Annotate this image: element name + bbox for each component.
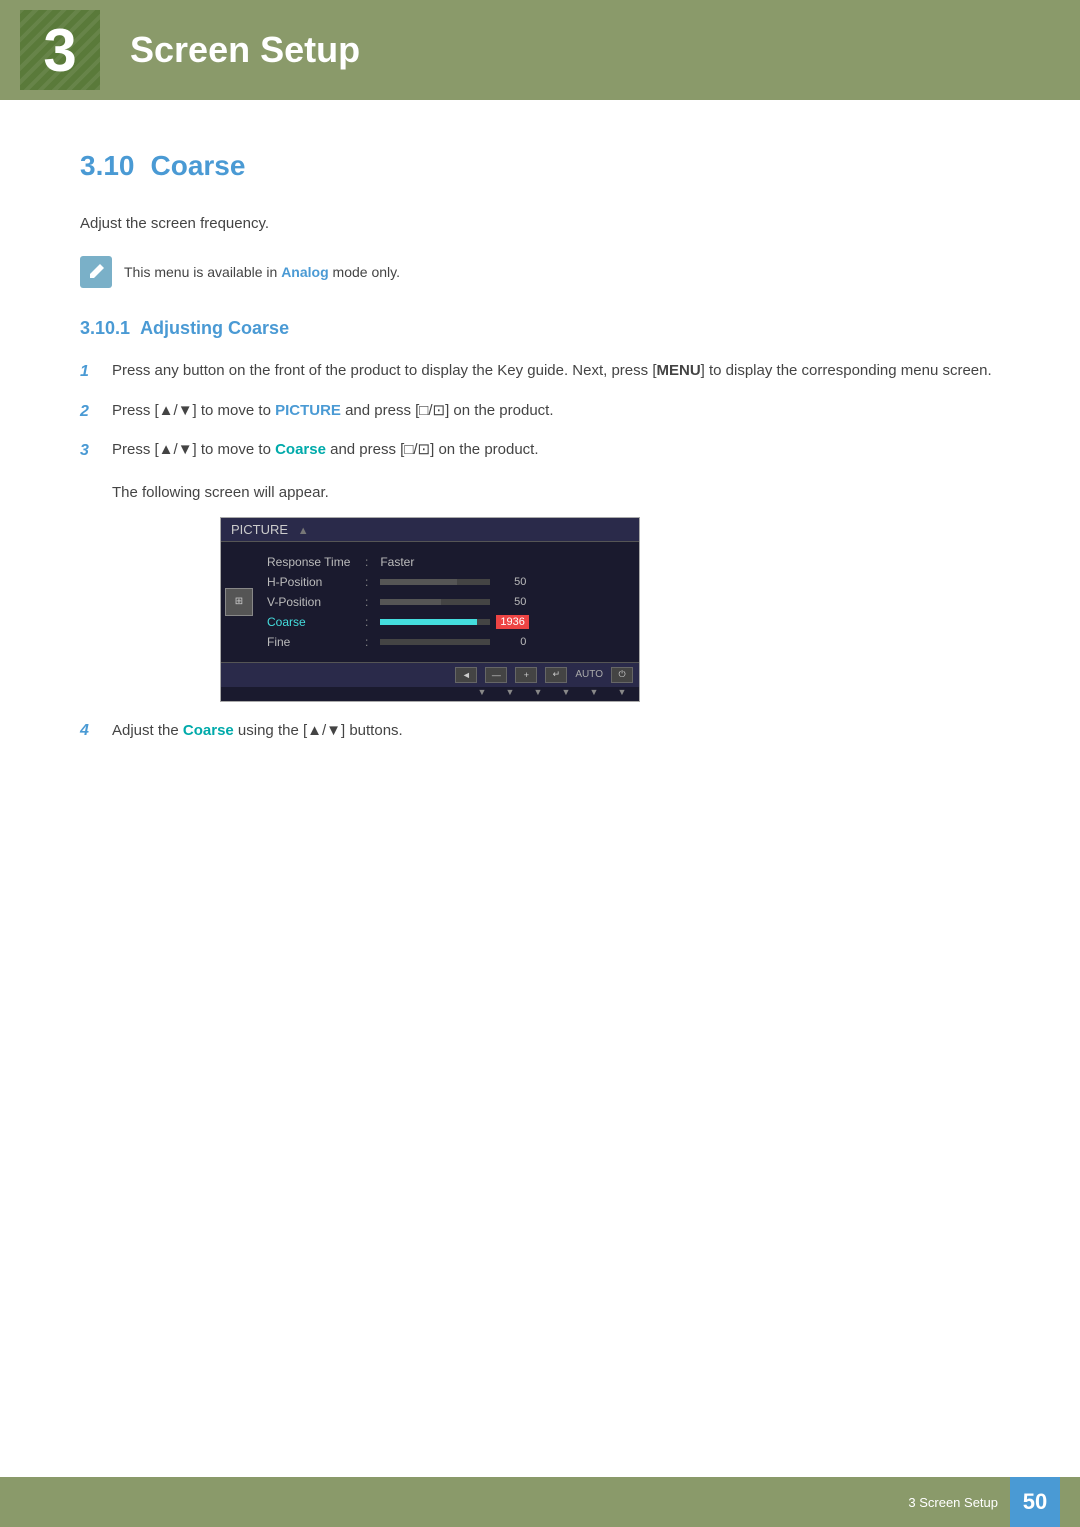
btn-enter: ↵ (545, 667, 567, 683)
footer-page-number: 50 (1010, 1477, 1060, 1527)
btn-auto-label: AUTO (575, 669, 603, 680)
btn-plus: + (515, 667, 537, 683)
steps-list: 1 Press any button on the front of the p… (80, 359, 1000, 464)
monitor-title: PICTURE (231, 522, 288, 537)
header-banner: 3 Screen Setup (0, 0, 1080, 100)
monitor-title-bar: PICTURE ▲ (221, 518, 639, 542)
step-1-num: 1 (80, 359, 100, 385)
monitor-screenshot: PICTURE ▲ ⊞ Response Time : Faster H-Pos… (220, 517, 640, 702)
step-2: 2 Press [▲/▼] to move to PICTURE and pre… (80, 399, 1000, 425)
step-2-text: Press [▲/▼] to move to PICTURE and press… (112, 399, 1000, 423)
menu-item-fine: Fine : 0 (267, 632, 629, 652)
note-icon (80, 256, 112, 288)
section-heading: 3.10 Coarse (80, 150, 1000, 182)
section-number: 3.10 (80, 150, 135, 182)
btn-power: ⏻ (611, 667, 633, 683)
step-1-text: Press any button on the front of the pro… (112, 359, 1000, 383)
section-description: Adjust the screen frequency. (80, 212, 1000, 236)
monitor-sidebar-icon: ⊞ (225, 588, 253, 616)
monitor-menu: Response Time : Faster H-Position : 50 (257, 548, 639, 656)
note-box: This menu is available in Analog mode on… (80, 256, 1000, 288)
step-1: 1 Press any button on the front of the p… (80, 359, 1000, 385)
menu-item-response-time: Response Time : Faster (267, 552, 629, 572)
header-title: Screen Setup (130, 29, 360, 71)
footer-text: 3 Screen Setup (908, 1495, 998, 1510)
step-3: 3 Press [▲/▼] to move to Coarse and pres… (80, 438, 1000, 464)
menu-item-coarse: Coarse : 1936 (267, 612, 629, 632)
step-4: 4 Adjust the Coarse using the [▲/▼] butt… (80, 722, 1000, 740)
step-4-text: Adjust the Coarse using the [▲/▼] button… (112, 722, 1000, 739)
subsection-heading: 3.10.1 Adjusting Coarse (80, 318, 1000, 339)
header-number-box: 3 (20, 10, 100, 90)
menu-item-v-position: V-Position : 50 (267, 592, 629, 612)
content-area: 3.10 Coarse Adjust the screen frequency.… (0, 100, 1080, 820)
btn-minus: — (485, 667, 507, 683)
step-4-num: 4 (80, 722, 100, 740)
note-text: This menu is available in Analog mode on… (124, 256, 400, 283)
header-number: 3 (43, 16, 76, 85)
monitor-body: ⊞ Response Time : Faster H-Position : (221, 542, 639, 662)
step-2-num: 2 (80, 399, 100, 425)
monitor-bottom-buttons: ◄ — + ↵ AUTO ⏻ (221, 662, 639, 687)
monitor-sidebar: ⊞ (221, 548, 257, 656)
menu-item-h-position: H-Position : 50 (267, 572, 629, 592)
section-title: Coarse (151, 150, 246, 182)
pencil-icon (86, 262, 106, 282)
step-3-num: 3 (80, 438, 100, 464)
following-text: The following screen will appear. (112, 484, 1000, 501)
page-footer: 3 Screen Setup 50 (0, 1477, 1080, 1527)
step-3-text: Press [▲/▼] to move to Coarse and press … (112, 438, 1000, 462)
monitor-arrow-row: ▼ ▼ ▼ ▼ ▼ ▼ (221, 687, 639, 701)
btn-left: ◄ (455, 667, 477, 683)
